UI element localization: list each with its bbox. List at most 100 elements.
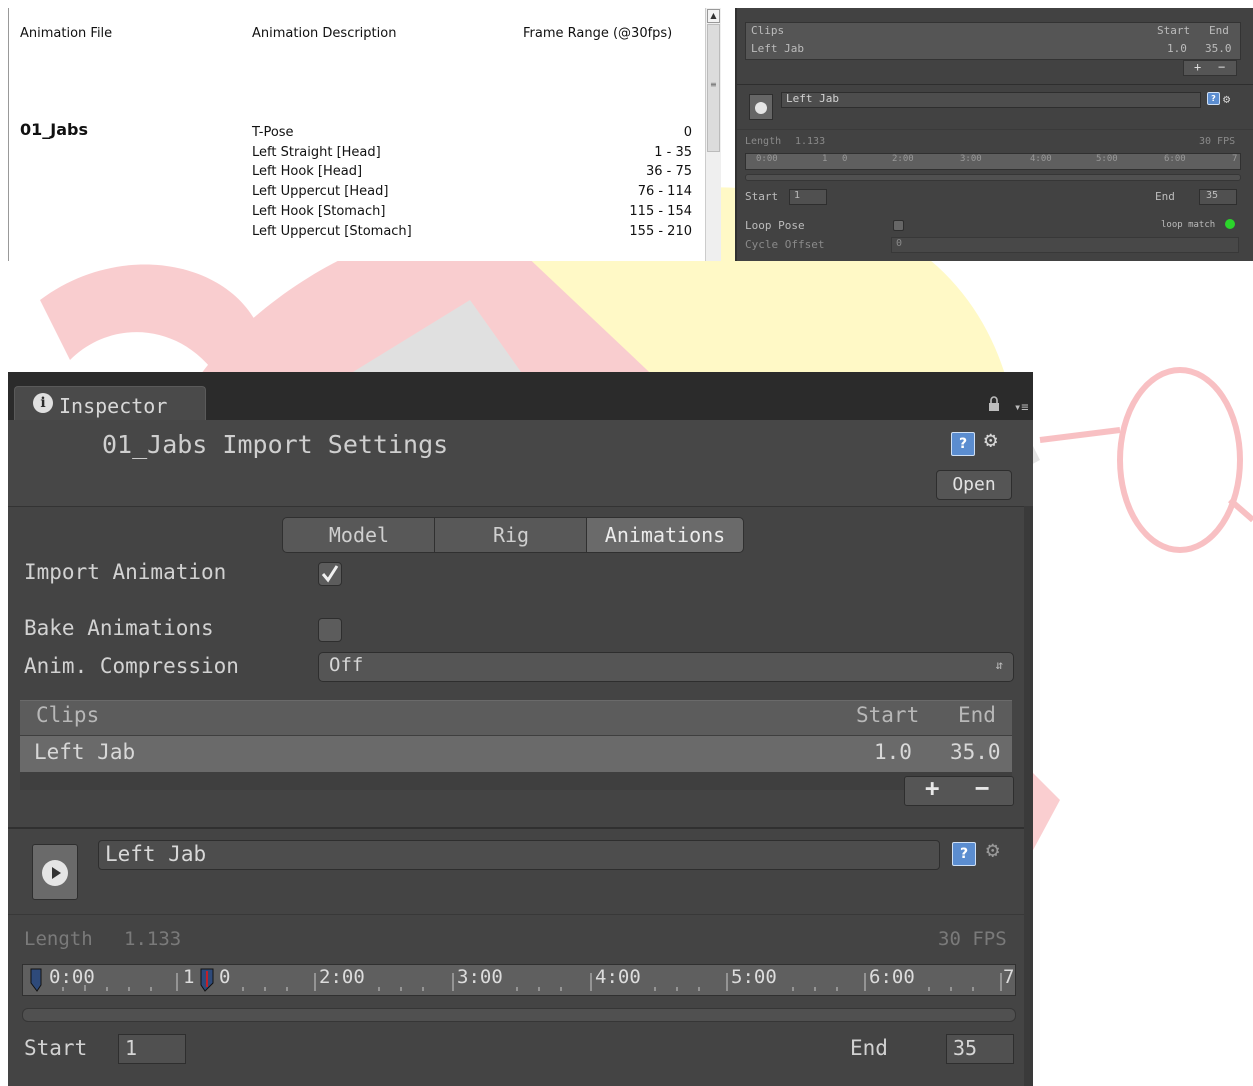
header-animation-file: Animation File [20, 26, 113, 41]
timeline-tick-label: 2:00 [319, 966, 365, 988]
mini-timeline[interactable]: 0:00 1 0 2:00 3:00 4:00 5:00 6:00 7 [745, 153, 1241, 170]
section-divider [8, 914, 1033, 915]
table-row: Left Uppercut [Head] 76 - 114 [252, 184, 692, 204]
row-range: 155 - 210 [629, 224, 692, 239]
row-range: 36 - 75 [645, 164, 692, 179]
table-row: T-Pose 0 [252, 125, 692, 145]
anim-compression-value: Off [329, 654, 364, 676]
mini-clip-start: 1.0 [1167, 42, 1187, 55]
mini-end-header: End [1209, 24, 1229, 37]
play-icon [42, 860, 68, 886]
tab-animations[interactable]: Animations [586, 517, 744, 553]
clip-help-icon[interactable]: ? [952, 842, 976, 866]
length-label: Length [24, 928, 93, 950]
help-icon[interactable]: ? [951, 432, 975, 456]
row-description: Left Hook [Stomach] [252, 204, 386, 219]
row-range: 1 - 35 [654, 145, 692, 160]
mini-end-label: End [1155, 190, 1175, 203]
import-animation-checkbox[interactable] [318, 562, 342, 586]
remove-clip-button[interactable]: − [975, 774, 989, 802]
timeline-tick-label: 0 [219, 966, 231, 988]
mini-end-field[interactable]: 35 [1199, 189, 1237, 205]
mini-start-header: Start [1157, 24, 1191, 37]
inspector-panel: i Inspector ▾≡ 01_Jabs Import Settings ?… [8, 372, 1033, 1086]
mini-cycle-offset-field[interactable]: 0 [891, 237, 1239, 253]
bake-animations-label: Bake Animations [24, 616, 214, 640]
table-row: Left Straight [Head] 1 - 35 [252, 145, 692, 165]
row-description: Left Straight [Head] [252, 145, 381, 160]
clip-gear-icon[interactable]: ⚙ [986, 840, 999, 862]
mini-play-button[interactable] [749, 94, 773, 120]
mini-clip-name-value: Left Jab [786, 92, 839, 105]
mini-length-label: Length [745, 136, 782, 147]
mini-add-clip-button[interactable]: + [1194, 60, 1201, 74]
mini-clip-name[interactable]: Left Jab [751, 42, 804, 55]
mini-tick-label: 5:00 [1096, 154, 1118, 164]
mini-divider [737, 84, 1253, 85]
mini-start-value: 1 [794, 190, 801, 201]
timeline-scrollbar[interactable] [22, 1008, 1016, 1022]
row-description: Left Hook [Head] [252, 164, 363, 179]
bake-animations-checkbox[interactable] [318, 618, 342, 642]
mini-loop-pose-checkbox[interactable] [893, 220, 904, 231]
timeline-tick-label: 0:00 [49, 966, 95, 988]
mini-tick-label: 7 [1232, 154, 1238, 164]
scroll-up-arrow-icon[interactable]: ▲ [707, 9, 720, 23]
clip-row[interactable]: Left Jab 1.0 35.0 [20, 736, 1012, 772]
clips-end-header: End [958, 703, 996, 727]
row-description: Left Uppercut [Head] [252, 184, 389, 199]
mini-timeline-scrollbar[interactable] [745, 174, 1241, 181]
mini-help-icon[interactable]: ? [1207, 92, 1220, 105]
mini-tick-label: 1 [822, 154, 828, 164]
panel-menu-icon[interactable]: ▾≡ [1014, 400, 1028, 414]
tab-rig[interactable]: Rig [434, 517, 588, 553]
mini-gear-icon[interactable]: ⚙ [1223, 88, 1230, 110]
mini-add-remove: + − [1183, 60, 1237, 76]
mini-cycle-offset-value: 0 [896, 238, 903, 249]
tab-inspector-label: Inspector [59, 394, 168, 418]
anim-compression-label: Anim. Compression [24, 654, 239, 678]
mini-tick-label: 2:00 [892, 154, 914, 164]
row-description: Left Uppercut [Stomach] [252, 224, 412, 239]
dropdown-arrows-icon: ⇵ [995, 658, 1003, 672]
mini-length-value: 1.133 [795, 136, 826, 147]
open-button[interactable]: Open [936, 470, 1012, 500]
mini-end-value: 35 [1206, 190, 1219, 201]
length-value: 1.133 [124, 928, 182, 950]
start-marker-icon [30, 968, 42, 992]
tab-model[interactable]: Model [282, 517, 436, 553]
mini-divider [737, 129, 1253, 130]
tab-inspector[interactable]: i Inspector [14, 386, 206, 421]
clip-end: 35.0 [950, 740, 1001, 764]
mini-play-icon [755, 102, 767, 114]
mini-tick-label: 4:00 [1030, 154, 1052, 164]
play-button[interactable] [32, 844, 78, 900]
start-field[interactable]: 1 [118, 1034, 186, 1064]
mini-clips-header: Clips [751, 24, 785, 37]
start-value: 1 [125, 1036, 138, 1060]
timeline[interactable]: 0:00 1 0 2:00 3:00 4:00 5:00 6:00 7 [22, 964, 1016, 996]
timeline-tick-label: 1 [183, 966, 195, 988]
loop-match-indicator-icon [1225, 219, 1235, 229]
end-field[interactable]: 35 [946, 1034, 1014, 1064]
mini-clip-end: 35.0 [1205, 42, 1232, 55]
lock-icon[interactable] [988, 396, 1000, 411]
mini-start-field[interactable]: 1 [789, 189, 827, 205]
mini-remove-clip-button[interactable]: − [1218, 60, 1225, 74]
clip-name-field[interactable]: Left Jab [98, 840, 940, 870]
timeline-ticks [30, 968, 1002, 992]
info-icon: i [33, 393, 53, 413]
table-row: Left Hook [Head] 36 - 75 [252, 164, 692, 184]
add-clip-button[interactable]: + [925, 774, 939, 802]
mini-clip-name-field[interactable]: Left Jab [781, 92, 1201, 108]
inspector-scroll-track[interactable] [1024, 506, 1033, 1086]
timeline-tick-label: 6:00 [869, 966, 915, 988]
gear-icon[interactable]: ⚙ [984, 430, 997, 452]
document-scrollbar[interactable]: ▲ ≡ [705, 8, 721, 261]
anim-compression-dropdown[interactable]: Off ⇵ [318, 652, 1014, 682]
mini-fps-label: 30 FPS [1199, 136, 1236, 147]
section-divider [8, 827, 1033, 829]
fps-label: 30 FPS [938, 928, 1007, 950]
mini-tick-label: 6:00 [1164, 154, 1186, 164]
timeline-tick-label: 5:00 [731, 966, 777, 988]
